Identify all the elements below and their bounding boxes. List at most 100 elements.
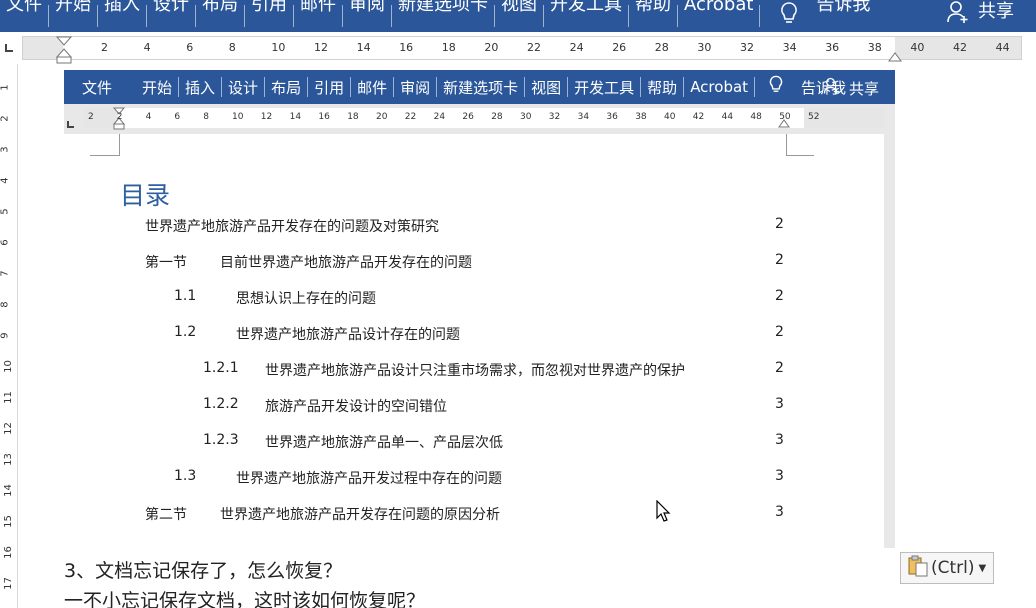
vertical-ruler-number: 1 bbox=[0, 84, 11, 91]
right-indent-marker-icon[interactable] bbox=[887, 47, 903, 63]
screenshot-root: 文件 开始 插入 设计 布局 引用 邮件 审阅 新建选项卡 视图 开发工具 帮助… bbox=[0, 0, 1036, 608]
toc-entry[interactable]: 世界遗产地旅游产品开发存在的问题及对策研究 2 bbox=[64, 216, 884, 240]
toc-entry-page: 2 bbox=[775, 324, 784, 340]
toc-entry[interactable]: 1.2.2 旅游产品开发设计的空间错位 3 bbox=[64, 396, 884, 420]
clipboard-icon bbox=[907, 555, 929, 582]
inner-tab-layout[interactable]: 布局 bbox=[265, 77, 307, 98]
inner-lightbulb-icon[interactable] bbox=[769, 75, 783, 99]
outer-tab-design[interactable]: 设计 bbox=[147, 0, 195, 32]
outer-tab-new[interactable]: 新建选项卡 bbox=[392, 0, 494, 32]
inner-ribbon: 文件 开始 插入 设计 布局 引用 邮件 审阅 新建选项卡 视图 开发工具 帮助… bbox=[64, 70, 895, 104]
inner-tab-file[interactable]: 文件 bbox=[76, 77, 118, 98]
inner-tab-references[interactable]: 引用 bbox=[308, 77, 350, 98]
outer-tab-developer[interactable]: 开发工具 bbox=[544, 0, 628, 32]
outer-tab-view[interactable]: 视图 bbox=[495, 0, 543, 32]
share-label: 共享 bbox=[978, 1, 1014, 22]
vertical-ruler-number: 16 bbox=[2, 546, 14, 559]
vertical-ruler-number: 5 bbox=[0, 208, 11, 215]
toc-entry-number: 1.2.1 bbox=[203, 360, 239, 376]
vertical-ruler-number: 15 bbox=[2, 515, 14, 528]
outer-tab-new-label: 新建选项卡 bbox=[398, 0, 488, 15]
ruler-number: 16 bbox=[399, 41, 414, 54]
toc-entry-page: 3 bbox=[775, 504, 784, 520]
inner-ruler-number: 28 bbox=[491, 112, 503, 122]
vertical-ruler-number: 17 bbox=[2, 577, 14, 590]
ruler-number: 36 bbox=[825, 41, 840, 54]
inner-ruler-number: 4 bbox=[145, 112, 152, 122]
toc-entry[interactable]: 第二节 世界遗产地旅游产品开发存在问题的原因分析 3 bbox=[64, 504, 884, 528]
document-page[interactable]: 目录 世界遗产地旅游产品开发存在的问题及对策研究 2 第一节 目前世界遗产地旅游… bbox=[64, 134, 884, 548]
outer-tab-insert-label: 插入 bbox=[104, 0, 140, 15]
paste-options-button[interactable]: (Ctrl) ▼ bbox=[900, 552, 994, 584]
inner-tab-insert[interactable]: 插入 bbox=[179, 77, 221, 98]
inner-tab-mailings[interactable]: 邮件 bbox=[351, 77, 393, 98]
outer-tab-layout[interactable]: 布局 bbox=[196, 0, 244, 32]
inner-horizontal-ruler[interactable]: 2 2 4 6 8 10 12 14 16 18 20 22 24 26 28 30 32 34 36 38 40 42 4… bbox=[84, 107, 884, 130]
toc-entry[interactable]: 1.3 世界遗产地旅游产品开发过程中存在的问题 3 bbox=[64, 468, 884, 492]
share-button[interactable]: 共享 bbox=[946, 0, 1014, 32]
ruler-number: 18 bbox=[441, 41, 456, 54]
ruler-number: 38 bbox=[867, 41, 882, 54]
vertical-ruler-number: 6 bbox=[0, 239, 11, 246]
inner-ruler-number: 14 bbox=[289, 112, 302, 122]
vertical-ruler-number: 4 bbox=[0, 177, 11, 184]
outer-tab-help[interactable]: 帮助 bbox=[629, 0, 677, 32]
ruler-number: 6 bbox=[186, 41, 194, 54]
horizontal-ruler[interactable]: 2 4 6 8 10 12 14 16 18 20 22 24 26 28 30 32 34 36 38 40 42 44 bbox=[22, 36, 1022, 64]
article-line-2: 一不小忘记保存文档，这时该如何恢复呢？ bbox=[64, 590, 426, 608]
outer-tab-developer-label: 开发工具 bbox=[550, 0, 622, 15]
article-line-1: 3、文档忘记保存了，怎么恢复？ bbox=[64, 560, 343, 582]
inner-ruler-number: 34 bbox=[577, 112, 590, 122]
inner-tab-view[interactable]: 视图 bbox=[525, 77, 567, 98]
toc-entry-number: 第二节 bbox=[145, 507, 187, 523]
indent-marker-icon[interactable] bbox=[55, 35, 73, 65]
toc-entry[interactable]: 1.2 世界遗产地旅游产品设计存在的问题 2 bbox=[64, 324, 884, 348]
lightbulb-icon[interactable] bbox=[778, 2, 800, 30]
outer-tab-review-label: 审阅 bbox=[349, 0, 385, 15]
inner-tab-developer[interactable]: 开发工具 bbox=[568, 77, 640, 98]
toc-entry-page: 2 bbox=[775, 288, 784, 304]
toc-entry[interactable]: 1.2.1 世界遗产地旅游产品设计只注重市场需求，而忽视对世界遗产的保护 2 bbox=[64, 360, 884, 384]
inner-ruler-number: 30 bbox=[520, 112, 532, 122]
outer-tab-acrobat[interactable]: Acrobat bbox=[678, 0, 759, 32]
vertical-ruler[interactable]: 1 2 3 4 5 6 7 8 9 10 11 12 13 14 15 16 17 bbox=[0, 64, 18, 608]
outer-tab-review[interactable]: 审阅 bbox=[343, 0, 391, 32]
vertical-ruler-number: 3 bbox=[0, 146, 11, 153]
embedded-word-screenshot: 文件 开始 插入 设计 布局 引用 邮件 审阅 新建选项卡 视图 开发工具 帮助… bbox=[64, 70, 895, 548]
inner-tab-help[interactable]: 帮助 bbox=[641, 77, 683, 98]
outer-tab-insert[interactable]: 插入 bbox=[98, 0, 146, 32]
ruler-number: 34 bbox=[782, 41, 797, 54]
ruler-number: 10 bbox=[271, 41, 286, 54]
outer-tab-home-label: 开始 bbox=[55, 0, 91, 15]
inner-tab-acrobat[interactable]: Acrobat bbox=[684, 78, 754, 96]
toc-entry-text: 世界遗产地旅游产品开发存在问题的原因分析 bbox=[220, 507, 500, 523]
outer-tab-view-label: 视图 bbox=[501, 0, 537, 15]
inner-ruler-number: 24 bbox=[433, 112, 446, 122]
toc-entry[interactable]: 第一节 目前世界遗产地旅游产品开发存在的问题 2 bbox=[64, 252, 884, 276]
tab-selector-icon[interactable] bbox=[2, 40, 16, 54]
vertical-ruler-number: 11 bbox=[2, 391, 14, 404]
tell-me-box[interactable]: 告诉我 bbox=[810, 0, 876, 32]
outer-tab-help-label: 帮助 bbox=[635, 0, 671, 15]
outer-tab-file[interactable]: 文件 bbox=[0, 0, 48, 32]
outer-tab-home[interactable]: 开始 bbox=[49, 0, 97, 32]
inner-tab-new[interactable]: 新建选项卡 bbox=[437, 77, 524, 98]
outer-tab-mailings[interactable]: 邮件 bbox=[294, 0, 342, 32]
ruler-number: 20 bbox=[484, 41, 499, 54]
toc-title: 目录 bbox=[120, 181, 171, 210]
toc-entry-text: 思想认识上存在的问题 bbox=[236, 291, 376, 307]
ruler-number: 42 bbox=[953, 41, 967, 54]
outer-tab-references[interactable]: 引用 bbox=[245, 0, 293, 32]
toc-entry-text: 世界遗产地旅游产品设计只注重市场需求，而忽视对世界遗产的保护 bbox=[265, 363, 685, 379]
ruler-number: 26 bbox=[612, 41, 627, 54]
ruler-number: 12 bbox=[314, 41, 328, 54]
inner-tab-home[interactable]: 开始 bbox=[136, 77, 178, 98]
inner-tab-selector-icon[interactable] bbox=[66, 114, 76, 128]
inner-tab-design[interactable]: 设计 bbox=[222, 77, 264, 98]
ruler-number: 30 bbox=[697, 41, 712, 54]
inner-tab-review[interactable]: 审阅 bbox=[394, 77, 436, 98]
toc-entry[interactable]: 1.2.3 世界遗产地旅游产品单一、产品层次低 3 bbox=[64, 432, 884, 456]
inner-share-button[interactable]: 共享 bbox=[823, 77, 879, 99]
toc-entry-number: 1.2 bbox=[174, 324, 197, 340]
toc-entry[interactable]: 1.1 思想认识上存在的问题 2 bbox=[64, 288, 884, 312]
